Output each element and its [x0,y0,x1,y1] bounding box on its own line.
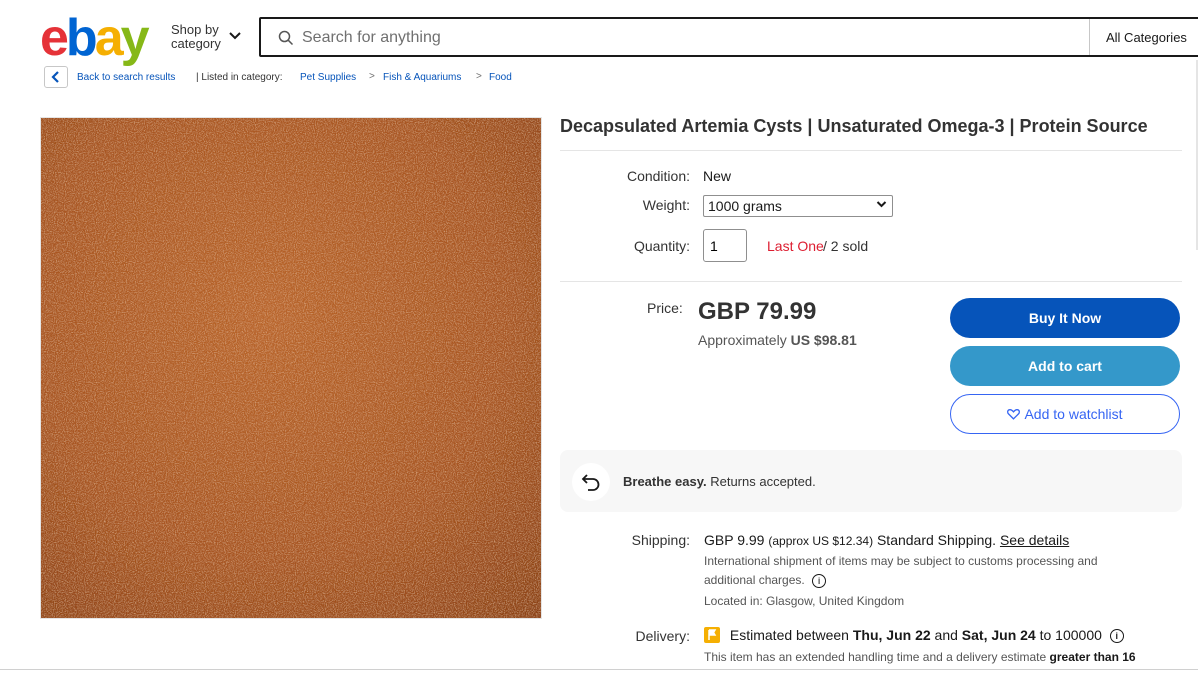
back-to-results-link[interactable]: Back to search results [77,72,175,83]
condition-label: Condition: [626,168,690,184]
divider [560,150,1182,151]
shop-by-category-button[interactable]: Shop by category [171,23,221,51]
shipping-service: Standard Shipping. [876,532,997,548]
approx-price: Approximately US $98.81 [698,332,857,348]
delivery-label: Delivery: [635,628,690,644]
chevron-left-icon [51,71,59,83]
ebay-logo[interactable]: ebay [40,9,150,67]
approx-prefix: Approximately [698,332,787,348]
logo-letter-a: a [94,9,124,67]
back-button[interactable] [44,66,68,88]
breadcrumb-separator: > [369,71,375,82]
item-location: Located in: Glasgow, United Kingdom [704,594,905,608]
logo-letter-e: e [40,9,69,67]
shipping-amount: GBP 9.99 [704,532,765,548]
listed-in-label: | Listed in category: [196,72,283,83]
shipping-note-line1: International shipment of items may be s… [704,554,1098,568]
return-arrow-icon [581,474,600,491]
delivery-note-text: This item has an extended handling time … [704,650,1047,664]
product-photo [41,118,541,618]
condition-value: New [703,168,732,184]
breadcrumb-food[interactable]: Food [489,72,512,83]
chevron-down-icon[interactable] [228,31,242,41]
shipping-label: Shipping: [631,532,690,548]
shipping-details: GBP 9.99 (approx US $12.34) Standard Shi… [704,532,1069,548]
search-input[interactable] [302,27,1082,49]
delivery-note: This item has an extended handling time … [704,650,1136,664]
product-image[interactable] [40,117,542,619]
breadcrumb-fish-aquariums[interactable]: Fish & Aquariums [383,72,461,83]
returns-bold: Breathe easy. [623,474,707,489]
weight-label: Weight: [642,197,690,213]
weight-select[interactable]: 1000 grams [703,195,893,217]
approx-value: US $98.81 [790,332,857,348]
delivery-and: and [934,627,958,643]
category-select[interactable]: All Categories [1106,30,1187,45]
add-to-watchlist-button[interactable]: Add to watchlist [950,394,1180,434]
delivery-estimated: Estimated between [729,627,849,643]
returns-accepted: Returns accepted. [710,474,816,489]
delivery-to-zip[interactable]: to 100000 [1040,627,1102,643]
logo-letter-y: y [120,9,150,67]
price-label: Price: [647,300,683,316]
sold-count: / 2 sold [823,238,869,254]
returns-icon [572,463,610,501]
shipping-note-line2-wrap: additional charges. i [704,573,827,588]
watchlist-label: Add to watchlist [1024,406,1123,422]
shipping-approx: (approx US $12.34) [768,534,874,548]
add-to-cart-button[interactable]: Add to cart [950,346,1180,386]
logo-letter-b: b [65,9,98,67]
page-bottom-border [0,669,1198,670]
delivery-date-from: Thu, Jun 22 [852,627,931,643]
shop-by-line1: Shop by [171,22,219,37]
chevron-down-icon [876,201,887,208]
search-icon [278,30,294,46]
last-one-text: Last One [767,238,824,254]
divider [560,281,1182,282]
price-value: GBP 79.99 [698,298,817,325]
delivery-estimate: Estimated between Thu, Jun 22 and Sat, J… [704,627,1124,644]
info-icon[interactable]: i [812,573,827,588]
returns-text: Breathe easy. Returns accepted. [623,474,816,489]
flag-icon [704,627,720,643]
delivery-date-to: Sat, Jun 24 [961,627,1036,643]
breadcrumb-separator: > [476,71,482,82]
search-divider [1089,19,1090,55]
heart-icon [1007,409,1021,420]
info-icon[interactable]: i [1109,629,1124,644]
breadcrumb-pet-supplies[interactable]: Pet Supplies [300,72,356,83]
delivery-note-bold: greater than 16 [1049,650,1136,664]
shipping-note-line2: additional charges. [704,573,805,587]
see-details-link[interactable]: See details [1000,532,1069,548]
buy-it-now-button[interactable]: Buy It Now [950,298,1180,338]
quantity-label: Quantity: [633,238,690,254]
quantity-input[interactable] [703,229,747,262]
product-title: Decapsulated Artemia Cysts | Unsaturated… [560,116,1148,136]
shop-by-line2: category [171,36,221,51]
